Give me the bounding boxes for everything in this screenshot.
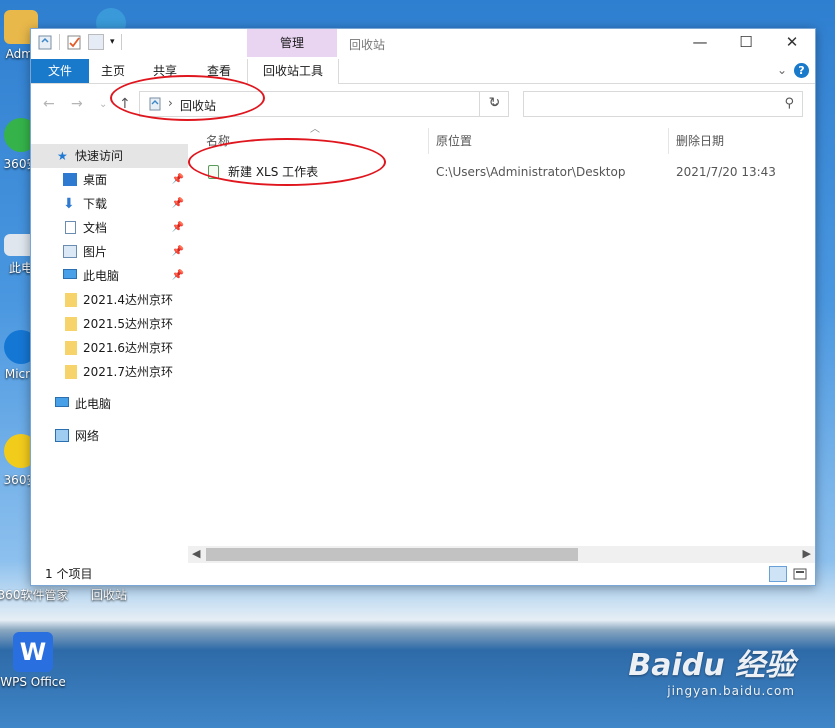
status-bar: 1 个项目 bbox=[31, 563, 815, 585]
sidebar-item-this-pc[interactable]: 此电脑 bbox=[31, 392, 188, 416]
divider bbox=[59, 34, 60, 50]
context-tab-header: 管理 bbox=[247, 29, 337, 57]
desktop-icon-wps[interactable]: W WPS Office bbox=[0, 632, 68, 689]
sidebar-item-desktop[interactable]: 桌面 📌 bbox=[31, 168, 188, 192]
column-divider[interactable] bbox=[428, 128, 429, 154]
sidebar-item-network[interactable]: 网络 bbox=[31, 424, 188, 448]
folder-icon bbox=[65, 365, 77, 379]
details-view-icon[interactable] bbox=[769, 566, 787, 582]
pin-icon: 📌 bbox=[171, 246, 184, 257]
sidebar-item-folder-2021-4[interactable]: 2021.4达州京环 bbox=[31, 288, 188, 312]
sidebar-item-label: 图片 bbox=[83, 245, 108, 259]
scrollbar-thumb[interactable] bbox=[206, 548, 578, 561]
tab-file[interactable]: 文件 bbox=[31, 59, 89, 83]
sidebar-item-label: 桌面 bbox=[83, 173, 108, 187]
computer-icon bbox=[55, 397, 69, 407]
watermark-site: jingyan.baidu.com bbox=[667, 684, 795, 698]
scroll-left-icon[interactable]: ◀ bbox=[192, 547, 200, 560]
sidebar-item-label: 文档 bbox=[83, 221, 108, 235]
recent-locations-chevron-icon[interactable]: ⌄ bbox=[99, 99, 107, 110]
wps-icon: W bbox=[13, 632, 53, 672]
sidebar-item-label: 2021.4达州京环 bbox=[83, 293, 173, 307]
recycle-bin-icon bbox=[38, 35, 52, 50]
item-count: 1 个项目 bbox=[45, 567, 93, 581]
sidebar-item-label: 快速访问 bbox=[75, 149, 124, 163]
pin-icon: 📌 bbox=[171, 198, 184, 209]
sidebar-item-label: 此电脑 bbox=[83, 269, 120, 283]
column-divider[interactable] bbox=[668, 128, 669, 154]
search-input[interactable]: ⚲ bbox=[523, 91, 803, 117]
close-button[interactable]: ✕ bbox=[769, 29, 815, 57]
expand-ribbon-chevron-icon[interactable]: ⌄ bbox=[777, 63, 787, 77]
desktop-icon-label: 360软件管家 bbox=[0, 588, 69, 602]
search-icon[interactable]: ⚲ bbox=[784, 96, 794, 111]
pin-icon: 📌 bbox=[171, 270, 184, 281]
pin-icon: 📌 bbox=[171, 174, 184, 185]
divider bbox=[120, 34, 122, 50]
pin-icon: 📌 bbox=[171, 222, 184, 233]
column-header-date-deleted[interactable]: 删除日期 bbox=[676, 126, 806, 156]
annotation-circle-address bbox=[110, 75, 265, 121]
minimize-button[interactable]: — bbox=[677, 29, 723, 57]
file-list: ︿ 名称 原位置 删除日期 新建 XLS 工作表 C:\Users\Admini… bbox=[188, 124, 815, 548]
file-date-deleted: 2021/7/20 13:43 bbox=[676, 165, 776, 179]
sidebar-item-pictures[interactable]: 图片 📌 bbox=[31, 240, 188, 264]
refresh-button[interactable]: ↻ bbox=[479, 91, 509, 117]
navigation-pane: ★ 快速访问 桌面 📌 ⬇ 下载 📌 文档 📌 图片 📌 此电脑 📌 2021.… bbox=[31, 126, 188, 558]
sidebar-item-folder-2021-7[interactable]: 2021.7达州京环 bbox=[31, 360, 188, 384]
help-icon[interactable]: ? bbox=[794, 63, 809, 78]
download-arrow-icon: ⬇ bbox=[63, 196, 75, 212]
forward-arrow-icon[interactable]: → bbox=[71, 96, 83, 112]
document-icon bbox=[65, 221, 76, 234]
picture-icon bbox=[63, 245, 77, 258]
watermark: Baidu 经验 jingyan.baidu.com bbox=[628, 640, 795, 698]
sidebar-item-folder-2021-6[interactable]: 2021.6达州京环 bbox=[31, 336, 188, 360]
large-icons-view-icon[interactable] bbox=[791, 566, 809, 582]
desktop-icon-recycle-bin[interactable]: 回收站 bbox=[74, 586, 144, 603]
sidebar-item-label: 2021.6达州京环 bbox=[83, 341, 173, 355]
horizontal-scrollbar[interactable]: ◀ ▶ bbox=[188, 546, 815, 563]
sidebar-item-this-pc-pinned[interactable]: 此电脑 📌 bbox=[31, 264, 188, 288]
desktop-icon-label: WPS Office bbox=[0, 675, 66, 689]
sidebar-item-label: 2021.7达州京环 bbox=[83, 365, 173, 379]
sidebar-item-label: 下载 bbox=[83, 197, 108, 211]
annotation-circle-file bbox=[188, 138, 386, 186]
folder-icon bbox=[65, 341, 77, 355]
file-original-location: C:\Users\Administrator\Desktop bbox=[436, 165, 626, 179]
tiles-view-icon bbox=[793, 568, 807, 580]
new-folder-icon[interactable] bbox=[88, 34, 104, 50]
desktop-icon-label: 回收站 bbox=[90, 588, 127, 602]
sidebar-item-label: 网络 bbox=[75, 429, 100, 443]
sidebar-item-label: 此电脑 bbox=[75, 397, 112, 411]
scroll-right-icon[interactable]: ▶ bbox=[803, 547, 811, 560]
quick-access-toolbar: ▾ bbox=[37, 34, 122, 50]
network-icon bbox=[55, 429, 69, 442]
tab-recycle-bin-tools[interactable]: 回收站工具 bbox=[247, 59, 339, 84]
column-header-original-location[interactable]: 原位置 bbox=[436, 126, 666, 156]
window-title: 回收站 bbox=[349, 38, 386, 52]
star-icon: ★ bbox=[57, 149, 68, 163]
desktop-icon bbox=[63, 173, 77, 186]
folder-icon bbox=[65, 317, 77, 331]
properties-icon[interactable] bbox=[66, 34, 82, 50]
title-bar: ▾ 管理 回收站 — ☐ ✕ bbox=[31, 29, 815, 59]
computer-icon bbox=[63, 269, 77, 279]
maximize-button[interactable]: ☐ bbox=[723, 29, 769, 57]
sidebar-item-label: 2021.5达州京环 bbox=[83, 317, 173, 331]
sidebar-item-downloads[interactable]: ⬇ 下载 📌 bbox=[31, 192, 188, 216]
folder-icon bbox=[65, 293, 77, 307]
sidebar-item-documents[interactable]: 文档 📌 bbox=[31, 216, 188, 240]
tab-home[interactable]: 主页 bbox=[89, 59, 137, 83]
sidebar-item-folder-2021-5[interactable]: 2021.5达州京环 bbox=[31, 312, 188, 336]
desktop-icon-360-manager[interactable]: 360软件管家 bbox=[0, 586, 70, 603]
back-arrow-icon[interactable]: ← bbox=[43, 96, 55, 112]
watermark-logo: Baidu 经验 bbox=[628, 648, 795, 683]
sidebar-item-quick-access[interactable]: ★ 快速访问 bbox=[31, 144, 188, 168]
customize-toolbar-icon[interactable]: ▾ bbox=[110, 37, 115, 47]
